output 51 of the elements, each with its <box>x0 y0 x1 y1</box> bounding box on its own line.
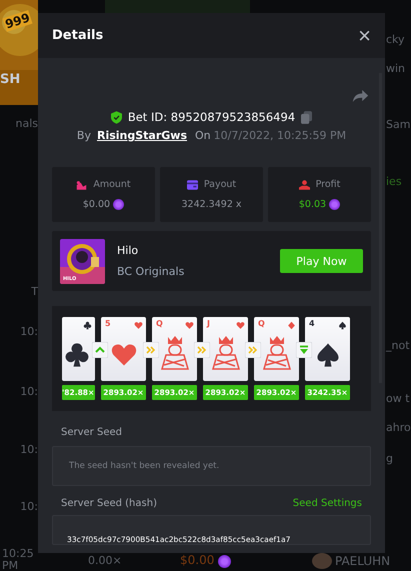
card-rank: Q <box>258 319 265 328</box>
background-text: 10: <box>20 325 38 338</box>
user-link[interactable]: RisingStarGws <box>96 129 188 142</box>
share-icon[interactable] <box>352 89 369 103</box>
server-seed-hash-label: Server Seed (hash) <box>61 498 157 509</box>
game-provider: BC Originals <box>117 265 186 278</box>
avatar-icon <box>312 553 332 569</box>
player-name: PAELUHN <box>335 554 390 568</box>
background-text: nals <box>16 117 38 130</box>
card-rank: 5 <box>105 319 111 328</box>
suit-icon <box>63 341 91 369</box>
background-text: Sam <box>386 118 410 131</box>
card-rank: 4 <box>309 319 315 328</box>
card-icon <box>186 180 198 190</box>
banner-text: SH <box>0 72 20 87</box>
game-name: Hilo <box>117 244 140 257</box>
stat-label: Amount <box>93 179 131 190</box>
coin-icon <box>218 555 231 568</box>
card-rank: Q <box>156 319 163 328</box>
background-text: ies <box>386 175 402 188</box>
background-text: 10: <box>20 500 38 513</box>
close-button[interactable]: × <box>358 24 371 46</box>
background-text: T <box>31 285 38 298</box>
background-text: _not <box>386 339 410 352</box>
stat-value: $0.03 <box>298 199 326 210</box>
background-text: win <box>386 62 406 75</box>
background-text: g <box>386 452 393 465</box>
shield-check-icon <box>110 110 122 124</box>
bet-time: PM <box>2 559 18 571</box>
background-text: 10: <box>20 385 38 398</box>
background-text: ahro <box>386 421 411 434</box>
on-label: On <box>195 129 211 142</box>
bet-date: 10/7/2022, 10:25:59 PM <box>214 129 346 142</box>
seed-settings-link[interactable]: Seed Settings <box>292 498 362 509</box>
bet-multiplier: 0.00× <box>88 554 122 567</box>
bet-amount: $0.00 <box>180 553 214 567</box>
background-text: cky <box>386 33 405 46</box>
bet-time: 10:25 <box>2 547 34 560</box>
stat-value: 3242.3492 x <box>181 199 242 210</box>
server-seed-label: Server Seed <box>61 427 123 438</box>
copy-icon[interactable] <box>301 110 312 124</box>
bet-id: Bet ID: 89520879523856494 <box>128 110 296 124</box>
stat-label: Payout <box>204 179 236 190</box>
stat-value: $0.00 <box>82 199 110 210</box>
background-text: 10: <box>20 443 38 456</box>
server-seed-field[interactable]: The seed hasn't been revealed yet. <box>52 446 371 486</box>
card-rank: J <box>207 319 210 328</box>
dialog-title: Details <box>52 28 104 43</box>
by-label: By <box>76 129 91 142</box>
stat-label: Profit <box>316 179 340 190</box>
background-text: ow t <box>386 392 410 405</box>
